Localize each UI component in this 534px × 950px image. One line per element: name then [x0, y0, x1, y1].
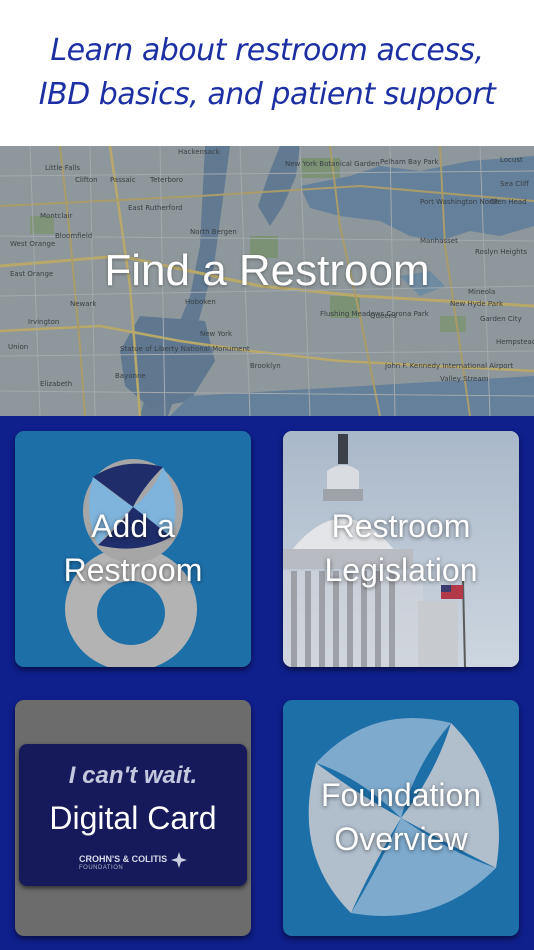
add-restroom-tile[interactable]: Add a Restroom — [15, 431, 251, 667]
map-place-label: John F. Kennedy International Airport — [384, 362, 513, 370]
add-restroom-label-line1: Add a — [91, 508, 175, 544]
restroom-legislation-label-line2: Legislation — [324, 552, 478, 588]
header-line-1: Learn about restroom access, — [50, 33, 484, 68]
map-place-label: Hoboken — [185, 298, 216, 306]
foundation-logo-text: CROHN'S & COLITIS — [79, 854, 168, 864]
map-place-label: New Hyde Park — [450, 300, 504, 308]
map-place-label: Port Washington North — [420, 198, 499, 206]
map-place-label: Montclair — [40, 212, 73, 220]
foundation-overview-label-line2: Overview — [334, 821, 468, 857]
map-place-label: East Rutherford — [128, 204, 183, 212]
map-place-label: Irvington — [28, 318, 59, 326]
map-place-label: North Bergen — [190, 228, 237, 236]
map-place-label: New York Botanical Garden — [285, 160, 380, 168]
map-place-label: Hempstead — [496, 338, 534, 346]
digital-card-image: I can't wait. Digital Card CROHN'S & COL… — [19, 744, 247, 886]
map-place-label: Passaic — [110, 176, 136, 184]
map-place-label: Manhasset — [420, 237, 458, 245]
map-place-label: Newark — [70, 300, 97, 308]
foundation-overview-tile[interactable]: Foundation Overview — [283, 700, 519, 936]
map-place-label: Valley Stream — [440, 375, 489, 383]
digital-card-quote: I can't wait. — [68, 762, 198, 789]
map-place-label: Clifton — [75, 176, 98, 184]
map-place-label: Sea Cliff — [500, 180, 529, 188]
map-place-label: Brooklyn — [250, 362, 281, 370]
map-place-label: Elizabeth — [40, 380, 72, 388]
find-restroom-tile[interactable]: Hackensack Little Falls Clifton Passaic Tete… — [0, 146, 534, 416]
map-place-label: Teterboro — [149, 176, 183, 184]
tile-grid: Add a Restroom Restroom Legislation I ca… — [0, 416, 534, 950]
map-place-label: Bayonne — [115, 372, 146, 380]
map-place-label: Hackensack — [178, 148, 221, 156]
foundation-overview-label-line1: Foundation — [320, 777, 482, 813]
header-line-2: IBD basics, and patient support — [38, 77, 496, 112]
map-place-label: Pelham Bay Park — [380, 158, 440, 166]
map-place-label: Queens — [370, 312, 397, 320]
restroom-legislation-tile[interactable]: Restroom Legislation — [283, 431, 519, 667]
star-logo-icon — [171, 852, 187, 868]
map-place-label: Little Falls — [45, 164, 80, 172]
map-place-label: Garden City — [480, 315, 522, 323]
foundation-logo: CROHN'S & COLITIS FOUNDATION — [79, 852, 189, 876]
map-place-label: Bloomfield — [55, 232, 92, 240]
digital-card-label: Digital Card — [49, 800, 217, 836]
map-place-label: Statue of Liberty National Monument — [120, 345, 250, 353]
map-place-label: Union — [8, 343, 28, 351]
restroom-legislation-label-line1: Restroom — [331, 508, 471, 544]
foundation-logo-subtext: FOUNDATION — [79, 865, 124, 871]
header: Learn about restroom access, IBD basics,… — [0, 0, 534, 146]
find-restroom-label: Find a Restroom — [104, 246, 430, 295]
add-restroom-label-line2: Restroom — [63, 552, 203, 588]
digital-card-tile[interactable]: I can't wait. Digital Card CROHN'S & COL… — [15, 700, 251, 936]
map-place-label: New York — [200, 330, 233, 338]
map-place-label: Locust — [500, 156, 523, 164]
